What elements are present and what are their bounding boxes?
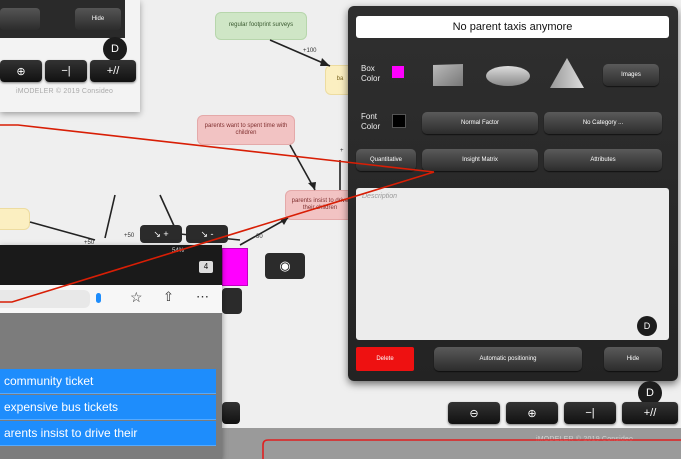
- callout-box-outline: [262, 439, 681, 459]
- callout-lines: [0, 124, 681, 459]
